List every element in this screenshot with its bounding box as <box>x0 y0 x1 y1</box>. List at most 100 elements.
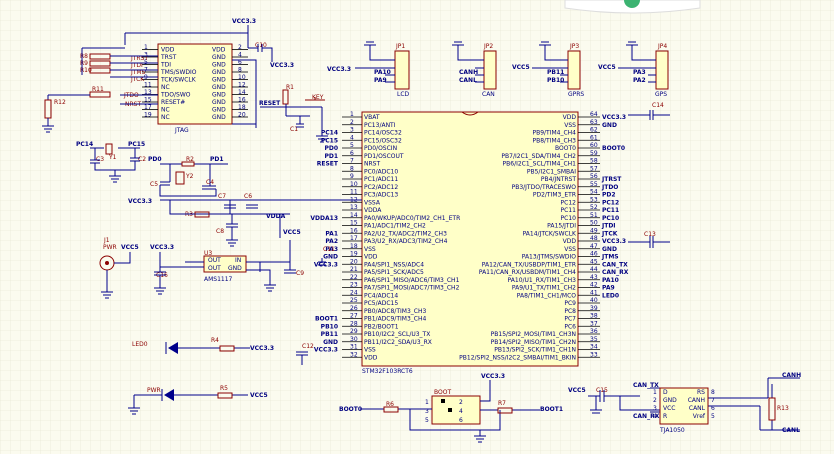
mcu-right-net-label: VCC3.3 <box>602 238 626 245</box>
mcu-pin-number: 25 <box>350 297 358 304</box>
mcu-pin-label: PB4/JNTRST <box>541 176 576 183</box>
mcu-right-net-label: PD2 <box>602 192 616 199</box>
c4-label: C4 <box>206 179 214 186</box>
boot-vcc-label: VCC3.3 <box>481 373 505 380</box>
mcu-pin-number: 32 <box>350 351 358 358</box>
mcu-pin-number: 60 <box>590 142 598 149</box>
jtag-pin-label: GND <box>212 69 226 76</box>
filter-vcc-label: VCC3.3 <box>128 198 152 205</box>
pwr-led-vcc-label: VCC5 <box>250 392 268 399</box>
mcu-pin-label: VDD <box>563 114 577 121</box>
mcu-left-net-label: VDDA13 <box>310 215 338 222</box>
mcu-right-net-label: JTMS <box>601 254 619 261</box>
osc-net-pc15: PC15 <box>128 141 145 148</box>
mcu-pin-label: PB9/TIM4_CH4 <box>532 130 576 137</box>
mcu-pin-label: PA11/CAN_RX/USBDM/TIM1_CH4 <box>479 269 576 276</box>
mcu-left-net-label: GND <box>323 339 338 346</box>
jtag-pin-label: TDO/SWO <box>160 92 191 99</box>
boot-switch[interactable] <box>431 395 481 425</box>
mcu-pin-label: PB7/I2C1_SDA/TIM4_CH2 <box>501 153 576 160</box>
can-pin-number: 3 <box>653 405 657 412</box>
jp4-connector[interactable] <box>655 50 669 90</box>
mcu-right-net-label: CAN_TX <box>602 261 628 268</box>
c14-label: C14 <box>652 102 664 109</box>
mcu-pin-number: 37 <box>590 320 598 327</box>
jp1-net-2: PA9 <box>374 77 387 84</box>
jtag-pin-number: 15 <box>144 97 152 104</box>
mcu-pin-label: PB11/I2C2_SDA/U3_RX <box>364 339 432 346</box>
mcu-right-net-label: JTCK <box>601 230 618 237</box>
jtag-name: JTAG <box>174 127 189 134</box>
r4-label: R4 <box>211 337 219 344</box>
mcu-left-net-label: PD1 <box>324 153 338 160</box>
mcu-left-net-label: PB11 <box>321 331 338 338</box>
r7-label: R7 <box>498 400 506 407</box>
mcu-pin-label: PC8 <box>564 308 576 315</box>
mcu-pin-label: VSSA <box>364 199 381 206</box>
mcu-pin-label: PD2/TIM3_ETR <box>533 192 576 199</box>
c8-label: C8 <box>216 228 224 235</box>
mcu-pin-number: 2 <box>350 119 354 126</box>
jtag-pin-label: GND <box>212 77 226 84</box>
c7-label: C7 <box>218 193 226 200</box>
mcu-pin-number: 1 <box>350 111 354 118</box>
mcu-pin-number: 59 <box>590 150 598 157</box>
mcu-pin-label: PC13/ANTI <box>364 122 396 129</box>
jp1-connector[interactable] <box>394 50 410 90</box>
boot-pin-6: 6 <box>459 417 463 424</box>
boot-pin-4: 4 <box>459 408 463 415</box>
mcu-pin-number: 9 <box>350 173 354 180</box>
mcu-pin-label: PA5/SPI1_SCK/ADC5 <box>364 269 424 276</box>
mcu-pin-label: PA2/U2_TX/ADC2/TIM2_CH3 <box>364 230 447 237</box>
mcu-pin-number: 44 <box>590 266 598 273</box>
mcu-pin-label: PB12/SPI2_NSS/I2C2_SMBAI/TIM1_BKIN <box>459 354 576 361</box>
jp1-ref: JP1 <box>395 43 405 50</box>
boot-pin-5: 5 <box>425 417 429 424</box>
jp1-net-0: VCC3.3 <box>327 66 351 73</box>
led0-label: LED0 <box>132 341 148 348</box>
can-pin-label: R <box>663 413 667 420</box>
can-vcc-label: VCC5 <box>568 387 586 394</box>
mcu-pin-number: 11 <box>350 189 358 196</box>
can-pin-number: 1 <box>653 389 657 396</box>
mcu-left-net-label: PC14 <box>321 130 338 137</box>
osc-net-pd1: PD1 <box>210 156 224 163</box>
mcu-pin-number: 14 <box>350 212 358 219</box>
mcu-pin-number: 34 <box>590 344 598 351</box>
mcu-pin-label: PB8/TIM4_CH3 <box>532 137 576 144</box>
jp3-connector[interactable] <box>567 50 581 90</box>
mcu-pin-number: 29 <box>350 328 358 335</box>
pwr-led-label: PWR <box>147 387 161 394</box>
jp4-net-0: VCC5 <box>598 64 616 71</box>
mcu-pin-label: PA1/ADC1/TIM2_CH2 <box>364 223 426 230</box>
reg-name: AMS1117 <box>204 276 233 283</box>
mcu-pin-label: PB14/SPI2_MISO/TIM1_CH2N <box>491 339 576 346</box>
boot-left-net: BOOT0 <box>339 406 362 413</box>
jtag-pin-label: GND <box>212 107 226 114</box>
jp2-connector[interactable] <box>483 50 497 90</box>
mcu-pin-number: 23 <box>350 282 358 289</box>
jtag-pin-number: 1 <box>144 44 148 51</box>
mcu-pin-number: 13 <box>350 204 358 211</box>
mcu-pin-number: 8 <box>350 165 354 172</box>
jtag-pin-label: VDD <box>161 47 175 54</box>
mcu-pin-label: PA3/U2_RX/ADC3/TIM2_CH4 <box>364 238 448 245</box>
mcu-pin-number: 20 <box>350 258 358 265</box>
boot-dot <box>448 408 452 412</box>
mcu-pin-label: VSS <box>364 347 376 354</box>
mcu-pin-label: PA13/JTMS/SWDIO <box>522 254 577 261</box>
j1-label: J1 <box>103 237 110 244</box>
jtag-pin-number: 12 <box>238 82 246 89</box>
can-pin-number: 6 <box>711 405 715 412</box>
mcu-pin-number: 64 <box>590 111 598 118</box>
mcu-pin-number: 46 <box>590 251 598 258</box>
mcu-pin-number: 16 <box>350 227 358 234</box>
jtag-pin-number: 10 <box>238 74 246 81</box>
jtag-pin-number: 16 <box>238 97 246 104</box>
c12-label: C12 <box>302 343 314 350</box>
mcu-pin-number: 7 <box>350 158 354 165</box>
mcu-pin-label: VSS <box>364 246 376 253</box>
jtag-pin-label: NC <box>161 107 170 114</box>
mcu-pin-label: PC10 <box>561 215 577 222</box>
mcu-pin-number: 18 <box>350 243 358 250</box>
